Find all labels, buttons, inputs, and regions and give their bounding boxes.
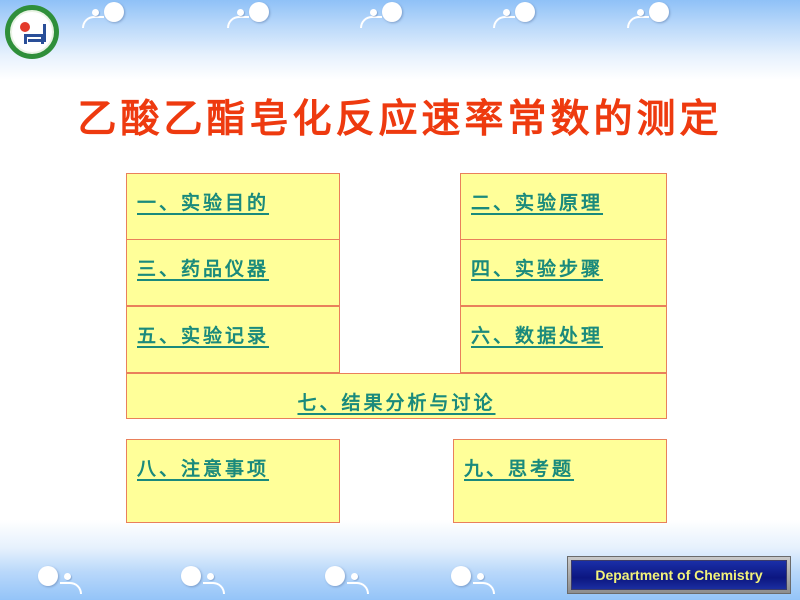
menu-box-principle: 二、实验原理	[460, 173, 667, 240]
slide-title: 乙酸乙酯皂化反应速率常数的测定	[77, 96, 723, 142]
swoosh-decoration	[627, 16, 649, 28]
flower-icon	[325, 566, 371, 596]
logo-glyph-base	[24, 34, 44, 44]
swoosh-decoration	[360, 16, 382, 28]
swoosh-decoration	[227, 16, 249, 28]
menu-box-questions: 九、思考题	[453, 439, 667, 523]
link-questions[interactable]: 九、思考题	[464, 454, 574, 481]
dot-decoration	[637, 9, 644, 16]
flower-icon	[627, 2, 673, 32]
link-results-discussion[interactable]: 七、结果分析与讨论	[127, 388, 666, 415]
dot-decoration	[92, 9, 99, 16]
flower-icon	[181, 566, 227, 596]
swoosh-decoration	[347, 582, 369, 594]
dot-decoration	[370, 9, 377, 16]
dot-decoration	[64, 573, 71, 580]
logo-emblem	[10, 10, 54, 54]
menu-box-precautions: 八、注意事项	[126, 439, 340, 523]
dot-decoration	[503, 9, 510, 16]
flower-icon	[451, 566, 497, 596]
flower-petal	[515, 2, 535, 22]
swoosh-decoration	[82, 16, 104, 28]
dot-decoration	[477, 573, 484, 580]
link-reagents[interactable]: 三、药品仪器	[137, 254, 269, 281]
menu-box-records: 五、实验记录	[126, 306, 340, 373]
department-badge: Department of Chemistry	[567, 556, 791, 594]
flower-petal	[104, 2, 124, 22]
menu-box-procedure: 四、实验步骤	[460, 239, 667, 306]
link-records[interactable]: 五、实验记录	[137, 321, 269, 348]
menu-box-results-discussion: 七、结果分析与讨论	[126, 373, 667, 419]
university-logo-icon	[5, 5, 59, 59]
flower-petal	[649, 2, 669, 22]
swoosh-decoration	[60, 582, 82, 594]
flower-icon	[227, 2, 273, 32]
menu-box-objectives: 一、实验目的	[126, 173, 340, 240]
flower-icon	[38, 566, 84, 596]
flower-icon	[82, 2, 128, 32]
flower-petal	[325, 566, 345, 586]
flower-icon	[493, 2, 539, 32]
flower-petal	[38, 566, 58, 586]
department-badge-label: Department of Chemistry	[571, 560, 787, 590]
flower-petal	[249, 2, 269, 22]
swoosh-decoration	[493, 16, 515, 28]
link-precautions[interactable]: 八、注意事项	[137, 454, 269, 481]
menu-box-reagents: 三、药品仪器	[126, 239, 340, 306]
swoosh-decoration	[203, 582, 225, 594]
link-principle[interactable]: 二、实验原理	[471, 188, 603, 215]
dot-decoration	[351, 573, 358, 580]
flower-petal	[382, 2, 402, 22]
link-objectives[interactable]: 一、实验目的	[137, 188, 269, 215]
dot-decoration	[207, 573, 214, 580]
flower-petal	[451, 566, 471, 586]
swoosh-decoration	[473, 582, 495, 594]
link-procedure[interactable]: 四、实验步骤	[471, 254, 603, 281]
flower-icon	[360, 2, 406, 32]
dot-decoration	[237, 9, 244, 16]
link-data-processing[interactable]: 六、数据处理	[471, 321, 603, 348]
flower-petal	[181, 566, 201, 586]
menu-box-data-processing: 六、数据处理	[460, 306, 667, 373]
